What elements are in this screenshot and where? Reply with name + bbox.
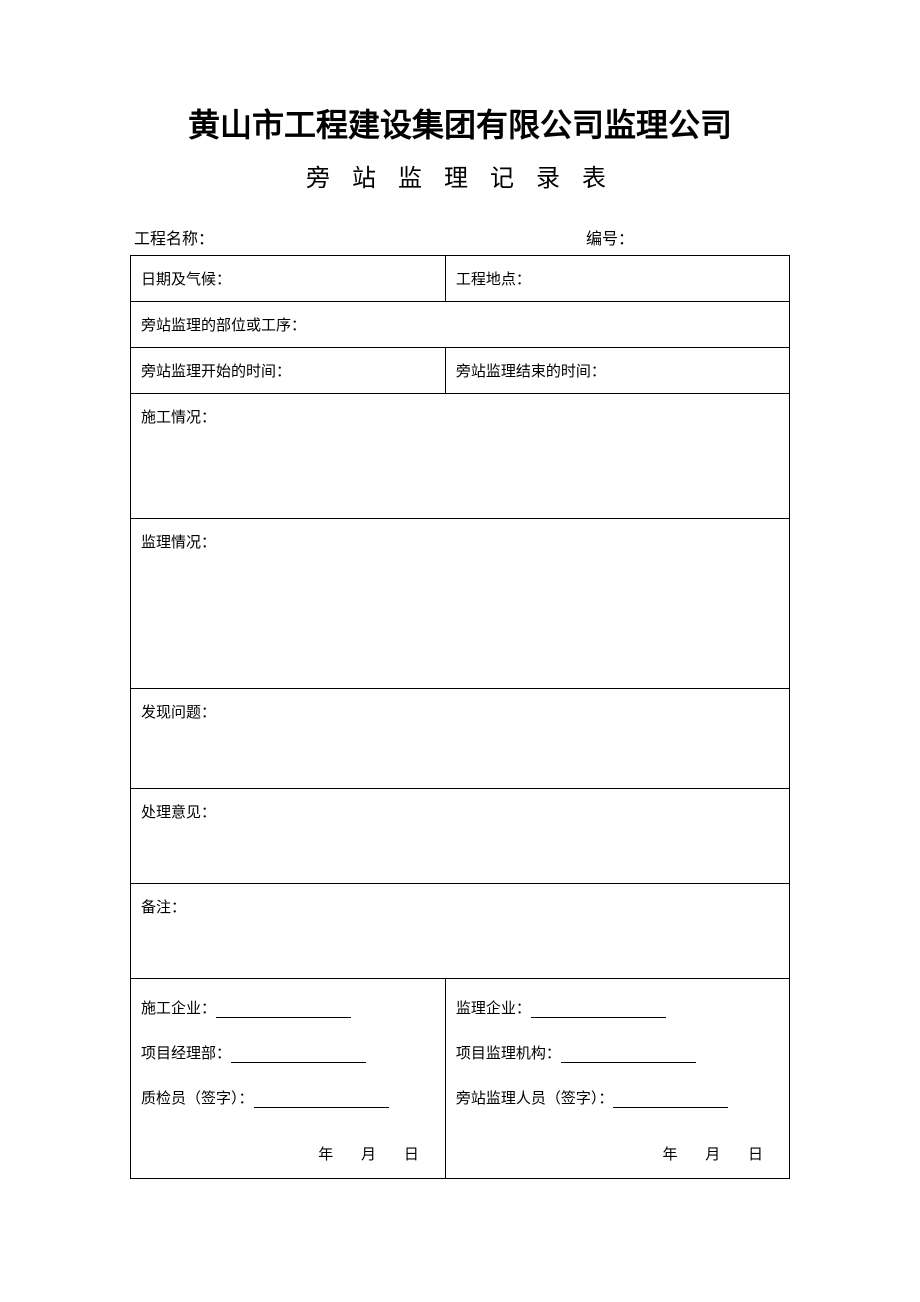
problems-found-cell: 发现问题： [131, 689, 790, 789]
month-label: 月 [705, 1147, 720, 1163]
underline [216, 1017, 351, 1018]
inspector-label: 质检员（签字）： [141, 1091, 254, 1107]
underline [561, 1062, 696, 1063]
construction-enterprise-label: 施工企业： [141, 1001, 216, 1017]
supervision-enterprise-line: 监理企业： [456, 997, 779, 1018]
project-location-cell: 工程地点： [445, 256, 789, 302]
date-weather-cell: 日期及气候： [131, 256, 446, 302]
underline [613, 1107, 728, 1108]
year-label: 年 [318, 1147, 333, 1163]
project-dept-line: 项目经理部： [141, 1042, 435, 1063]
main-title: 黄山市工程建设集团有限公司监理公司 [130, 100, 790, 146]
left-date-row: 年 月 日 [306, 1143, 431, 1164]
record-table: 日期及气候： 工程地点： 旁站监理的部位或工序： 旁站监理开始的时间： 旁站监理… [130, 255, 790, 1179]
supervision-part-cell: 旁站监理的部位或工序： [131, 302, 790, 348]
supervision-org-line: 项目监理机构： [456, 1042, 779, 1063]
supervision-status-cell: 监理情况： [131, 519, 790, 689]
remarks-cell: 备注： [131, 884, 790, 979]
serial-label: 编号： [586, 225, 786, 249]
day-label: 日 [748, 1147, 763, 1163]
construction-signature-cell: 施工企业： 项目经理部： 质检员（签字）： 年 月 日 [131, 979, 446, 1179]
construction-status-cell: 施工情况： [131, 394, 790, 519]
project-name-label: 工程名称： [134, 225, 586, 249]
header-row: 工程名称： 编号： [130, 225, 790, 249]
end-time-cell: 旁站监理结束的时间： [445, 348, 789, 394]
subtitle: 旁 站 监 理 记 录 表 [130, 158, 790, 193]
supervision-signature-cell: 监理企业： 项目监理机构： 旁站监理人员（签字）： 年 月 日 [445, 979, 789, 1179]
supervisor-sign-label: 旁站监理人员（签字）： [456, 1091, 614, 1107]
construction-enterprise-line: 施工企业： [141, 997, 435, 1018]
project-dept-label: 项目经理部： [141, 1046, 231, 1062]
underline [254, 1107, 389, 1108]
underline [531, 1017, 666, 1018]
year-label: 年 [662, 1147, 677, 1163]
start-time-cell: 旁站监理开始的时间： [131, 348, 446, 394]
day-label: 日 [404, 1147, 419, 1163]
underline [231, 1062, 366, 1063]
supervisor-sign-line: 旁站监理人员（签字）： [456, 1087, 779, 1108]
month-label: 月 [361, 1147, 376, 1163]
inspector-line: 质检员（签字）： [141, 1087, 435, 1108]
handling-opinion-cell: 处理意见： [131, 789, 790, 884]
right-date-row: 年 月 日 [650, 1143, 775, 1164]
supervision-org-label: 项目监理机构： [456, 1046, 561, 1062]
supervision-enterprise-label: 监理企业： [456, 1001, 531, 1017]
